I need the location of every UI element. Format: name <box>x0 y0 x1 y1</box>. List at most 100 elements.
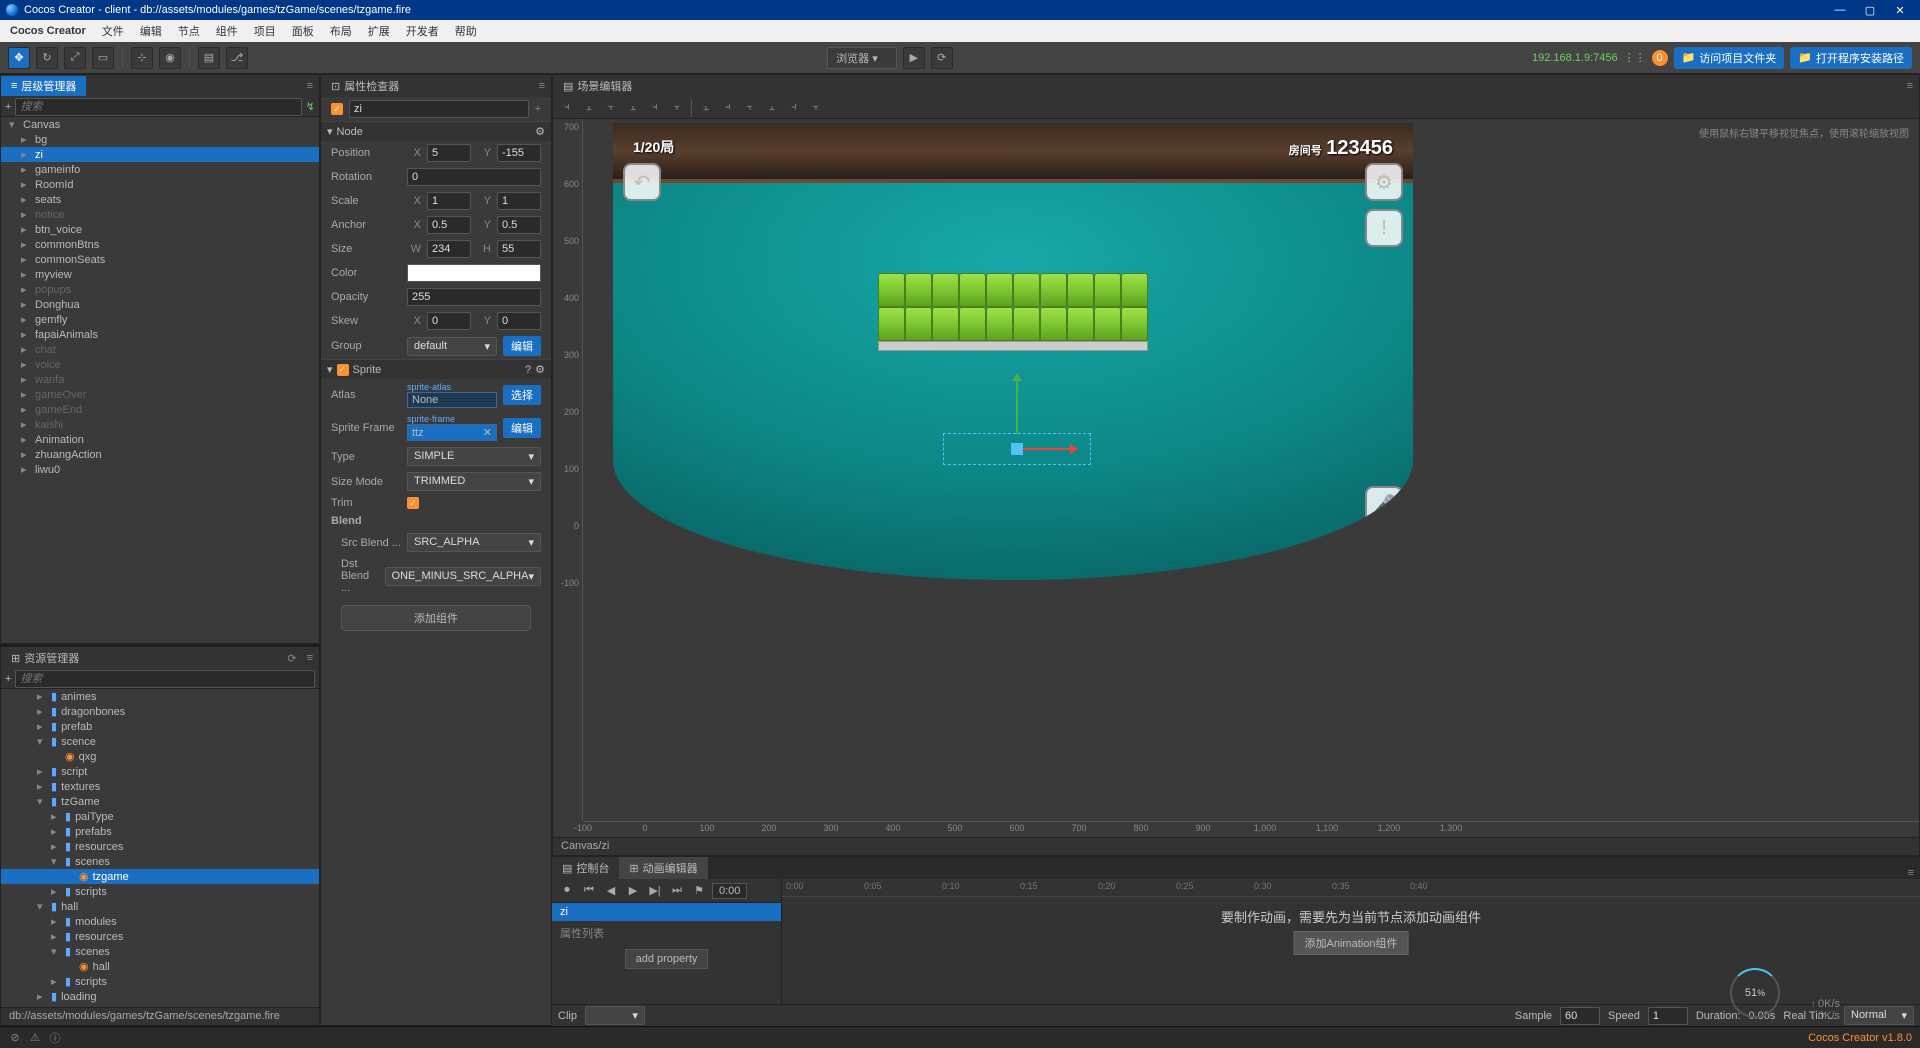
info-icon[interactable]: ⓘ <box>48 1031 62 1045</box>
clip-select[interactable]: ▾ <box>585 1006 645 1025</box>
refresh-button[interactable]: ⟳ <box>931 47 953 69</box>
info-button[interactable]: ! <box>1365 209 1403 247</box>
prev-frame-button[interactable]: ◀ <box>602 882 620 900</box>
asset-item-resources[interactable]: ▸▮ resources <box>1 929 319 944</box>
tree-item-gameOver[interactable]: ▸gameOver <box>1 387 319 402</box>
back-button[interactable]: ↶ <box>623 163 661 201</box>
open-project-folder-button[interactable]: 📁 访问项目文件夹 <box>1674 47 1785 69</box>
dst-blend-select[interactable]: ONE_MINUS_SRC_ALPHA▾ <box>385 567 541 586</box>
voice-button[interactable]: 🎤 <box>1365 486 1403 524</box>
asset-item-script[interactable]: ▸▮ script <box>1 764 319 779</box>
distribute-button[interactable]: ⫟ <box>740 99 760 117</box>
tree-item-liwu0[interactable]: ▸liwu0 <box>1 462 319 477</box>
tree-item-zhuangAction[interactable]: ▸zhuangAction <box>1 447 319 462</box>
tree-item-commonSeats[interactable]: ▸commonSeats <box>1 252 319 267</box>
inspector-tab[interactable]: ⊡ 属性检查器 <box>321 76 409 96</box>
menu-node[interactable]: 节点 <box>172 23 206 39</box>
align-bottom-button[interactable]: ⫟ <box>667 99 687 117</box>
move-tool-button[interactable]: ✥ <box>8 47 30 69</box>
x-axis-handle[interactable] <box>1017 448 1077 450</box>
panel-menu-icon[interactable]: ≡ <box>301 80 319 92</box>
tree-item-RoomId[interactable]: ▸RoomId <box>1 177 319 192</box>
warning-icon[interactable]: ⚠ <box>28 1031 42 1045</box>
tree-item-btn_voice[interactable]: ▸btn_voice <box>1 222 319 237</box>
asset-item-prefabs[interactable]: ▸▮ prefabs <box>1 824 319 839</box>
menu-panel[interactable]: 面板 <box>286 23 320 39</box>
play-button[interactable]: ▶ <box>903 47 925 69</box>
add-component-button[interactable]: 添加组件 <box>341 605 531 631</box>
asset-item-loading[interactable]: ▸▮ loading <box>1 989 319 1004</box>
wrap-mode-select[interactable]: Normal▾ <box>1844 1006 1914 1025</box>
align-center-h-button[interactable]: ⫠ <box>579 99 599 117</box>
asset-item-scenes[interactable]: ▾▮ scenes <box>1 854 319 869</box>
scale-tool-button[interactable]: ⤢ <box>64 47 86 69</box>
tree-item-canvas[interactable]: ▾Canvas <box>1 117 319 132</box>
spriteframe-ref[interactable]: ttz✕ <box>407 424 497 441</box>
tree-item-zi[interactable]: ▸zi <box>1 147 319 162</box>
sprite-section-header[interactable]: ▾ ✓ Sprite? ⚙ <box>321 359 551 379</box>
skew-y-input[interactable] <box>497 312 541 330</box>
asset-item-textures[interactable]: ▸▮ textures <box>1 779 319 794</box>
hierarchy-search-input[interactable] <box>15 98 301 116</box>
add-node-button[interactable]: + <box>5 101 11 113</box>
minimize-button[interactable]: — <box>1826 1 1854 19</box>
asset-item-scence[interactable]: ▾▮ scence <box>1 734 319 749</box>
menu-file[interactable]: 文件 <box>96 23 130 39</box>
src-blend-select[interactable]: SRC_ALPHA▾ <box>407 533 541 552</box>
sample-input[interactable] <box>1560 1007 1600 1025</box>
trim-checkbox[interactable]: ✓ <box>407 497 419 509</box>
scene-viewport[interactable]: 使用鼠标右键平移视觉焦点，使用滚轮缩放视图 700600500400300200… <box>553 119 1919 837</box>
distribute-v-button[interactable]: ⫞ <box>718 99 738 117</box>
tree-item-commonBtns[interactable]: ▸commonBtns <box>1 237 319 252</box>
menu-layout[interactable]: 布局 <box>324 23 358 39</box>
scale-x-input[interactable] <box>427 192 471 210</box>
add-animation-component-button[interactable]: 添加Animation组件 <box>1294 931 1409 955</box>
tree-item-seats[interactable]: ▸seats <box>1 192 319 207</box>
group-edit-button[interactable]: 编辑 <box>503 336 541 356</box>
panel-menu-icon[interactable]: ≡ <box>1901 80 1919 92</box>
align-middle-button[interactable]: ⫞ <box>645 99 665 117</box>
y-axis-handle[interactable] <box>1016 374 1018 434</box>
asset-item-tzGame[interactable]: ▾▮ tzGame <box>1 794 319 809</box>
timeline-time[interactable]: 0:00 <box>712 883 747 899</box>
preview-platform-select[interactable]: 浏览器 ▾ <box>827 47 897 69</box>
asset-item-paiType[interactable]: ▸▮ paiType <box>1 809 319 824</box>
tree-item-popups[interactable]: ▸popups <box>1 282 319 297</box>
node-name-input[interactable] <box>349 100 529 118</box>
size-w-input[interactable] <box>427 240 471 258</box>
scene-tab[interactable]: ▤ 场景编辑器 <box>553 76 642 96</box>
add-component-icon[interactable]: + <box>535 103 541 115</box>
play-anim-button[interactable]: ▶ <box>624 882 642 900</box>
tree-item-bg[interactable]: ▸bg <box>1 132 319 147</box>
asset-item-tzgame[interactable]: ◉ tzgame <box>1 869 319 884</box>
menu-help[interactable]: 帮助 <box>449 23 483 39</box>
align-top-button[interactable]: ⫠ <box>623 99 643 117</box>
size-mode-select[interactable]: TRIMMED▾ <box>407 472 541 491</box>
clear-ref-icon[interactable]: ✕ <box>483 426 492 439</box>
center-handle[interactable] <box>1011 443 1023 455</box>
github-button[interactable]: ⎇ <box>226 47 248 69</box>
menu-developer[interactable]: 开发者 <box>400 23 445 39</box>
tab-console[interactable]: ▤ 控制台 <box>552 857 619 879</box>
align-left-button[interactable]: ⫞ <box>557 99 577 117</box>
menu-component[interactable]: 组件 <box>210 23 244 39</box>
sprite-type-select[interactable]: SIMPLE▾ <box>407 447 541 466</box>
anchor-x-input[interactable] <box>427 216 471 234</box>
tree-item-fapaiAnimals[interactable]: ▸fapaiAnimals <box>1 327 319 342</box>
tree-item-wanfa[interactable]: ▸wanfa <box>1 372 319 387</box>
asset-item-dragonbones[interactable]: ▸▮ dragonbones <box>1 704 319 719</box>
panel-menu-icon[interactable]: ≡ <box>533 80 551 92</box>
menu-extension[interactable]: 扩展 <box>362 23 396 39</box>
chat-button[interactable]: 💬 <box>1365 532 1403 570</box>
tree-item-gameinfo[interactable]: ▸gameinfo <box>1 162 319 177</box>
first-frame-button[interactable]: ⏮ <box>580 882 598 900</box>
panel-menu-icon[interactable]: ≡ <box>301 652 319 664</box>
tab-animation-editor[interactable]: ⊞ 动画编辑器 <box>619 857 707 879</box>
rect-tool-button[interactable]: ▭ <box>92 47 114 69</box>
add-property-button[interactable]: add property <box>625 949 709 969</box>
asset-item-qxg[interactable]: ◉ qxg <box>1 749 319 764</box>
distribute-button[interactable]: ⫠ <box>762 99 782 117</box>
asset-item-resources[interactable]: ▸▮ resources <box>1 839 319 854</box>
atlas-select-button[interactable]: 选择 <box>503 385 541 405</box>
asset-item-hall[interactable]: ▾▮ hall <box>1 899 319 914</box>
